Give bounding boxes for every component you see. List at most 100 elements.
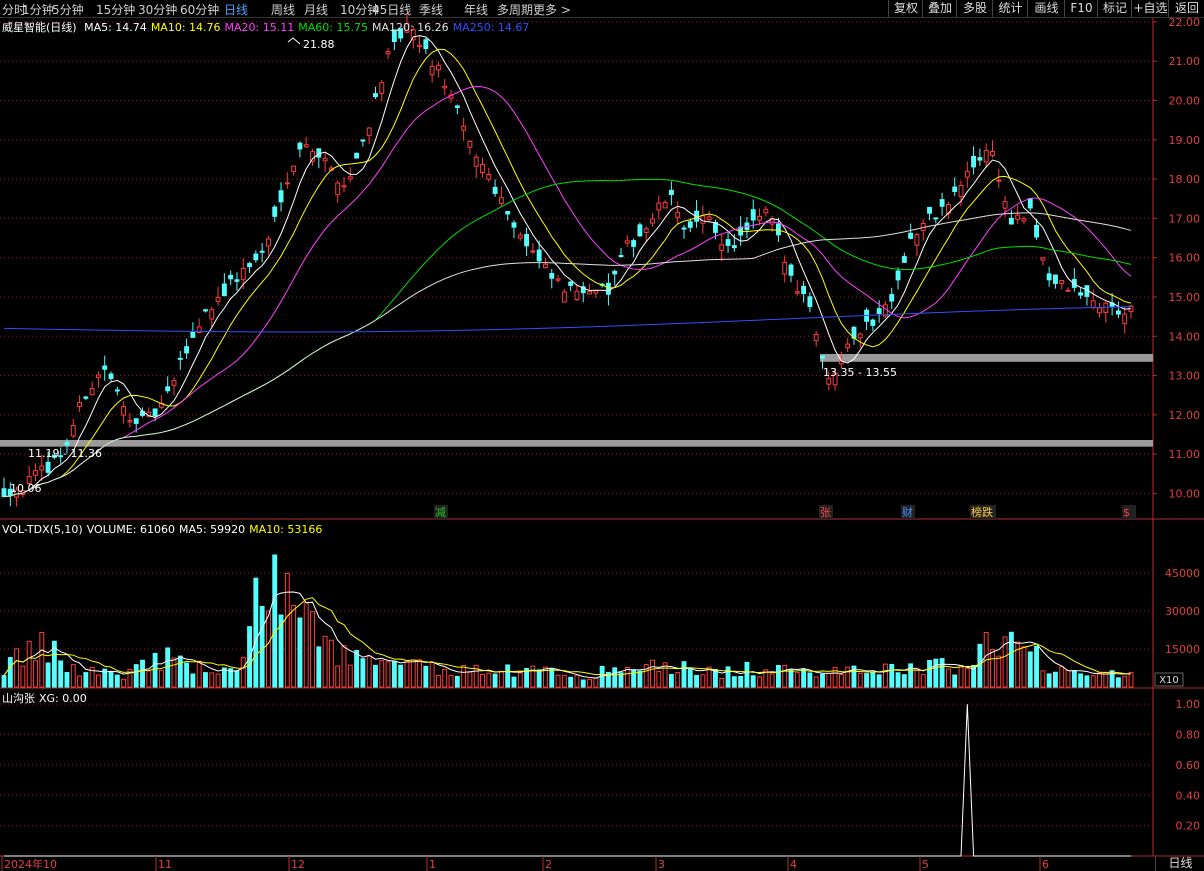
candle-body bbox=[259, 250, 265, 253]
candle-body bbox=[901, 256, 907, 263]
date-label-0: 2024年10 bbox=[4, 857, 57, 871]
candle-body bbox=[826, 377, 832, 385]
volume-bar bbox=[920, 674, 926, 688]
candle-body bbox=[763, 208, 769, 214]
volume-bar bbox=[215, 673, 221, 688]
candle-body bbox=[958, 185, 964, 197]
candle-body bbox=[725, 239, 731, 246]
candle-body bbox=[429, 65, 435, 76]
volume-bar bbox=[152, 652, 158, 688]
volume-bar bbox=[404, 660, 410, 688]
volume-bar bbox=[574, 674, 580, 688]
candle-body bbox=[228, 274, 234, 280]
candle-body bbox=[555, 278, 561, 281]
candle-body bbox=[561, 291, 567, 303]
candle-body bbox=[889, 294, 895, 302]
candle-body bbox=[845, 343, 851, 349]
price-tick-label-7: 15.00 bbox=[1169, 291, 1201, 304]
candle-body bbox=[612, 270, 618, 275]
date-label-5: 3 bbox=[658, 858, 665, 871]
vol-legend-2: MA5: 59920 bbox=[178, 523, 246, 536]
candle-body bbox=[788, 264, 794, 276]
volume-bar bbox=[480, 673, 485, 688]
volume-bar bbox=[939, 658, 945, 688]
volume-bar bbox=[977, 643, 983, 688]
volume-bar bbox=[788, 669, 794, 688]
candle-body bbox=[706, 216, 712, 221]
volume-bar bbox=[272, 554, 278, 688]
high-label: 21.88 bbox=[303, 38, 335, 51]
volume-bar bbox=[1115, 677, 1121, 688]
candle-body bbox=[473, 156, 479, 167]
candle-body bbox=[933, 217, 939, 220]
candle-body bbox=[347, 176, 353, 180]
candle-body bbox=[618, 255, 624, 258]
candle-body bbox=[108, 373, 114, 380]
volume-bar bbox=[782, 664, 788, 688]
candle-body bbox=[152, 408, 158, 417]
candle-body bbox=[524, 233, 530, 247]
candle-body bbox=[498, 197, 504, 204]
candle-body bbox=[1115, 310, 1121, 315]
volume-bar bbox=[1053, 671, 1058, 688]
volume-bar bbox=[347, 664, 353, 688]
candle-body bbox=[757, 215, 762, 221]
candle-body bbox=[876, 308, 882, 314]
volume-bar bbox=[769, 673, 775, 688]
candle-body bbox=[102, 365, 108, 370]
candle-body bbox=[272, 206, 278, 217]
date-label-7: 5 bbox=[922, 858, 929, 871]
volume-bar bbox=[933, 658, 939, 688]
candle-body bbox=[908, 232, 914, 239]
volume-bar bbox=[146, 670, 152, 688]
volume-bar bbox=[45, 662, 51, 688]
candle-body bbox=[96, 374, 101, 378]
volume-bar bbox=[171, 657, 177, 688]
volume-bar bbox=[901, 674, 907, 688]
ind-legend-0: 山沟张 bbox=[2, 692, 35, 705]
support-zone-1 bbox=[820, 353, 1153, 362]
ind-tick-label-0: 1.00 bbox=[1176, 698, 1201, 711]
vol-legend-3: MA10: 53166 bbox=[249, 523, 323, 536]
candle-body bbox=[1040, 257, 1046, 261]
volume-bar bbox=[83, 672, 89, 688]
volume-bar bbox=[952, 674, 958, 688]
price-tick-label-3: 19.00 bbox=[1169, 134, 1201, 147]
ma-legend-5: MA250: 14.67 bbox=[452, 21, 530, 34]
candle-body bbox=[977, 157, 983, 161]
volume-bar bbox=[895, 672, 901, 688]
volume-bar bbox=[719, 677, 725, 688]
period-tag[interactable]: 日线 bbox=[1155, 855, 1204, 871]
volume-bar bbox=[505, 664, 511, 688]
volume-bar bbox=[964, 668, 970, 688]
volume-bar bbox=[190, 673, 196, 688]
volume-bar bbox=[486, 672, 492, 688]
candle-body bbox=[750, 209, 756, 221]
candle-body bbox=[983, 149, 989, 163]
candle-body bbox=[221, 283, 227, 297]
ind-tick-label-3: 0.40 bbox=[1176, 789, 1201, 802]
volume-bar bbox=[889, 663, 895, 688]
ma-line-20 bbox=[3, 85, 1132, 498]
volume-bar bbox=[335, 665, 341, 688]
candle-body bbox=[624, 240, 630, 244]
volume-bar bbox=[1059, 666, 1065, 688]
candle-body bbox=[215, 296, 221, 302]
volume-bar bbox=[140, 659, 145, 688]
date-label-1: 11 bbox=[158, 858, 172, 871]
volume-bar bbox=[864, 673, 870, 688]
price-tick-label-0: 22.00 bbox=[1169, 16, 1201, 29]
volume-bar bbox=[826, 672, 832, 688]
candle-body bbox=[240, 267, 246, 281]
volume-bar bbox=[656, 670, 662, 688]
candle-body bbox=[39, 465, 45, 471]
volume-bar bbox=[694, 674, 700, 688]
candle-body bbox=[461, 125, 467, 131]
candle-body bbox=[492, 186, 498, 194]
candle-body bbox=[480, 164, 485, 174]
volume-bar bbox=[650, 659, 655, 688]
candle-body bbox=[996, 179, 1002, 182]
candle-body bbox=[322, 157, 328, 162]
candle-body bbox=[454, 105, 460, 108]
volume-bar bbox=[555, 674, 561, 688]
